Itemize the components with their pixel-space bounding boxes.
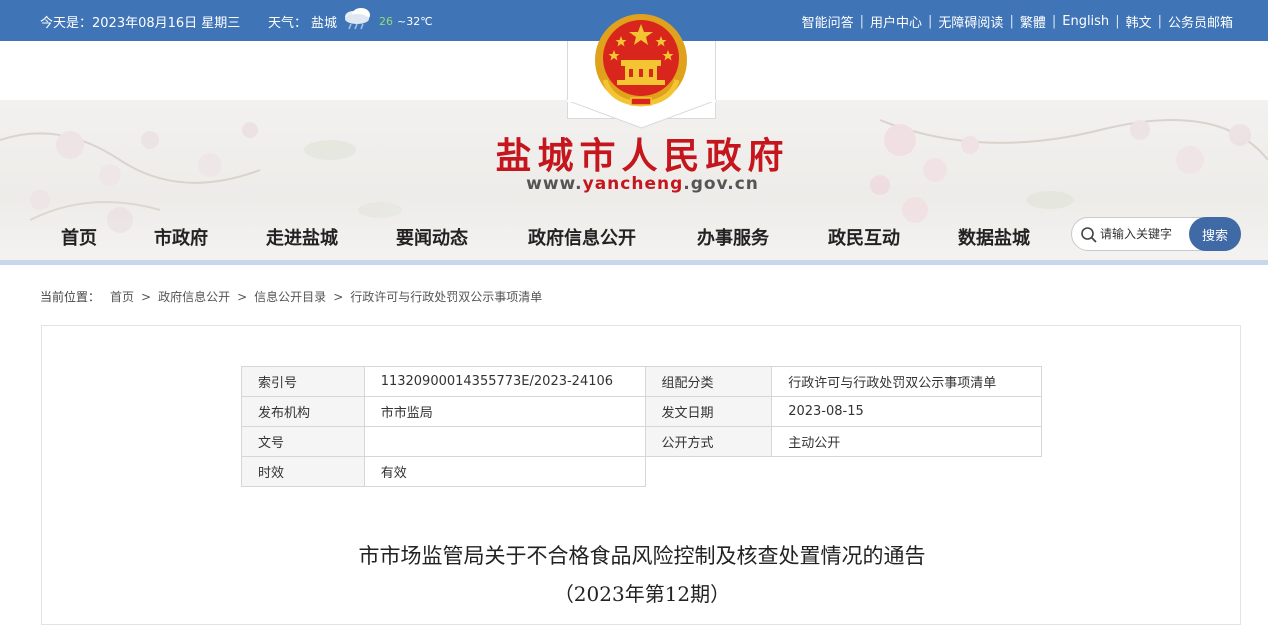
meta-key-doc-number: 文号 [241, 426, 365, 457]
breadcrumb-catalog[interactable]: 信息公开目录 [254, 288, 326, 305]
breadcrumb-separator: > [237, 289, 248, 304]
breadcrumb-info-disclosure[interactable]: 政府信息公开 [158, 288, 230, 305]
weather-widget: 天气： 盐城 26 ~32℃ [268, 7, 433, 31]
link-civil-servant-mail[interactable]: 公务员邮箱 [1168, 12, 1233, 31]
document-title: 市市场监管局关于不合格食品风险控制及核查处置情况的通告 [358, 544, 926, 568]
link-qa[interactable]: 智能问答 [802, 12, 854, 31]
nav-about-yancheng[interactable]: 走进盐城 [266, 224, 338, 250]
meta-key-validity: 时效 [241, 456, 365, 487]
meta-key-disclosure-mode: 公开方式 [644, 426, 773, 457]
meta-key-publisher: 发布机构 [241, 396, 365, 427]
nav-info-disclosure[interactable]: 政府信息公开 [528, 224, 636, 250]
meta-key-date: 发文日期 [644, 396, 773, 427]
link-traditional[interactable]: 繁體 [1020, 12, 1046, 31]
meta-key-category: 组配分类 [644, 366, 773, 397]
link-english[interactable]: English [1062, 14, 1109, 29]
link-accessibility[interactable]: 无障碍阅读 [938, 12, 1003, 31]
top-links: 智能问答 | 用户中心 | 无障碍阅读 | 繁體 | English | 韩文 | 公务员邮… [802, 12, 1233, 31]
content-panel: 索引号 11320900014355773E/2023-24106 组配分类 行… [41, 325, 1241, 625]
meta-value-validity: 有效 [363, 456, 646, 487]
breadcrumb-separator: > [141, 289, 152, 304]
site-domain: www.yancheng.gov.cn [470, 174, 815, 194]
search-button[interactable]: 搜索 [1189, 217, 1241, 251]
link-korean[interactable]: 韩文 [1126, 12, 1152, 31]
divider: | [859, 14, 865, 29]
national-emblem-icon[interactable] [591, 10, 691, 110]
temp-high: ~32℃ [397, 15, 433, 28]
breadcrumb-current[interactable]: 行政许可与行政处罚双公示事项清单 [350, 288, 542, 305]
domain-prefix: www. [526, 174, 583, 194]
site-title[interactable]: 盐城市人民政府 [470, 127, 815, 179]
document-subtitle: （2023年第12期） [553, 582, 731, 606]
meta-value-category: 行政许可与行政处罚双公示事项清单 [771, 366, 1042, 397]
rain-cloud-icon [341, 7, 375, 31]
link-user-center[interactable]: 用户中心 [870, 12, 922, 31]
meta-value-date: 2023-08-15 [771, 396, 1042, 427]
breadcrumb: 当前位置： 首页 > 政府信息公开 > 信息公开目录 > 行政许可与行政处罚双公… [40, 288, 542, 305]
nav-divider [0, 260, 1268, 265]
divider: | [1009, 14, 1014, 29]
nav-city-government[interactable]: 市政府 [154, 224, 208, 250]
table-row: 索引号 11320900014355773E/2023-24106 组配分类 行… [241, 366, 1042, 397]
meta-value-doc-number [363, 426, 646, 457]
divider: | [928, 14, 933, 29]
table-row: 文号 公开方式 主动公开 [241, 426, 1042, 457]
breadcrumb-label: 当前位置： [40, 290, 101, 304]
meta-key-index: 索引号 [241, 366, 365, 397]
breadcrumb-home[interactable]: 首页 [110, 288, 134, 305]
nav-news[interactable]: 要闻动态 [396, 224, 468, 250]
divider: | [1115, 14, 1120, 29]
search-input[interactable] [1100, 224, 1190, 244]
search-icon [1081, 227, 1097, 243]
divider: | [1157, 14, 1162, 29]
meta-value-index: 11320900014355773E/2023-24106 [363, 366, 646, 397]
domain-highlight: yancheng [582, 174, 684, 194]
weather-label: 天气： [268, 16, 308, 31]
search-box: 搜索 [1071, 217, 1241, 251]
meta-value-disclosure-mode: 主动公开 [771, 426, 1042, 457]
weather-city: 盐城 [311, 16, 338, 31]
current-date: 今天是：2023年08月16日 星期三 [40, 16, 241, 31]
table-row: 时效 有效 [241, 456, 1042, 487]
divider: | [1051, 14, 1057, 29]
nav-data-yancheng[interactable]: 数据盐城 [958, 224, 1030, 250]
nav-services[interactable]: 办事服务 [697, 224, 769, 250]
domain-suffix: .gov.cn [683, 174, 759, 194]
nav-interaction[interactable]: 政民互动 [828, 224, 900, 250]
table-row: 发布机构 市市监局 发文日期 2023-08-15 [241, 396, 1042, 427]
breadcrumb-separator: > [333, 289, 344, 304]
temp-low: 26 [379, 15, 394, 28]
meta-value-publisher: 市市监局 [363, 396, 646, 427]
document-meta-table: 索引号 11320900014355773E/2023-24106 组配分类 行… [241, 366, 1042, 487]
nav-home[interactable]: 首页 [61, 224, 97, 250]
